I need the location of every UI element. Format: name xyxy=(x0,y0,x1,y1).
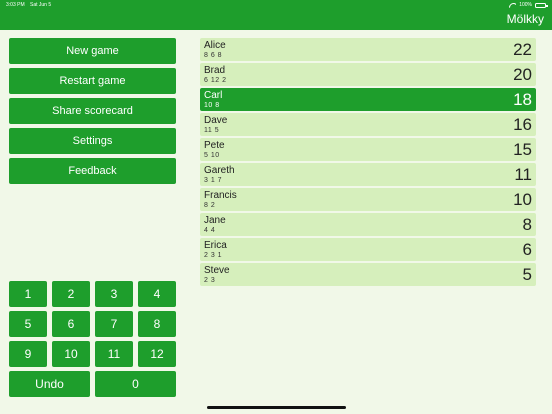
player-name: Brad xyxy=(204,65,226,76)
player-row-dave[interactable]: Dave 11 5 16 xyxy=(200,113,536,136)
player-name: Erica xyxy=(204,240,227,251)
player-score: 6 xyxy=(522,240,532,259)
player-throws: 6 12 2 xyxy=(204,77,227,84)
player-throws: 2 3 xyxy=(204,277,216,284)
player-name: Jane xyxy=(204,215,226,226)
player-score: 16 xyxy=(513,115,532,134)
status-date: Sat Jun 5 xyxy=(30,2,52,8)
player-score: 8 xyxy=(522,215,532,234)
restart-game-button[interactable]: Restart game xyxy=(9,68,176,94)
key-5-button[interactable]: 5 xyxy=(9,311,47,337)
key-9-button[interactable]: 9 xyxy=(9,341,47,367)
player-score: 5 xyxy=(522,265,532,284)
player-name: Alice xyxy=(204,40,226,51)
player-row-alice[interactable]: Alice 8 6 8 22 xyxy=(200,38,536,61)
share-scorecard-button[interactable]: Share scorecard xyxy=(9,98,176,124)
player-row-brad[interactable]: Brad 6 12 2 20 xyxy=(200,63,536,86)
player-score: 10 xyxy=(513,190,532,209)
key-1-button[interactable]: 1 xyxy=(9,281,47,307)
player-name: Pete xyxy=(204,140,225,151)
key-12-button[interactable]: 12 xyxy=(138,341,176,367)
player-throws: 5 10 xyxy=(204,152,220,159)
key-4-button[interactable]: 4 xyxy=(138,281,176,307)
undo-button[interactable]: Undo xyxy=(9,371,90,397)
player-row-erica[interactable]: Erica 2 3 1 6 xyxy=(200,238,536,261)
player-row-gareth[interactable]: Gareth 3 1 7 11 xyxy=(200,163,536,186)
player-throws: 8 6 8 xyxy=(204,52,223,59)
home-indicator xyxy=(207,406,346,409)
battery-percent: 100% xyxy=(519,2,532,8)
key-10-button[interactable]: 10 xyxy=(52,341,90,367)
player-score: 18 xyxy=(513,90,532,109)
key-7-button[interactable]: 7 xyxy=(95,311,133,337)
player-score: 20 xyxy=(513,65,532,84)
player-row-francis[interactable]: Francis 8 2 10 xyxy=(200,188,536,211)
player-row-jane[interactable]: Jane 4 4 8 xyxy=(200,213,536,236)
status-right: 100% xyxy=(509,0,548,10)
key-8-button[interactable]: 8 xyxy=(138,311,176,337)
key-2-button[interactable]: 2 xyxy=(52,281,90,307)
player-row-pete[interactable]: Pete 5 10 15 xyxy=(200,138,536,161)
key-6-button[interactable]: 6 xyxy=(52,311,90,337)
battery-icon xyxy=(535,2,548,8)
player-throws: 8 2 xyxy=(204,202,216,209)
player-throws: 2 3 1 xyxy=(204,252,223,259)
player-name: Francis xyxy=(204,190,237,201)
wifi-icon xyxy=(509,3,516,8)
player-row-carl-active[interactable]: Carl 10 8 18 xyxy=(200,88,536,111)
status-time: 3:03 PM xyxy=(6,2,25,8)
player-row-steve[interactable]: Steve 2 3 5 xyxy=(200,263,536,286)
player-throws: 4 4 xyxy=(204,227,216,234)
key-0-button[interactable]: 0 xyxy=(95,371,176,397)
key-11-button[interactable]: 11 xyxy=(95,341,133,367)
player-name: Steve xyxy=(204,265,230,276)
player-name: Gareth xyxy=(204,165,235,176)
player-throws: 10 8 xyxy=(204,102,220,109)
player-score: 11 xyxy=(514,165,532,184)
new-game-button[interactable]: New game xyxy=(9,38,176,64)
player-score: 22 xyxy=(513,40,532,59)
player-throws: 11 5 xyxy=(204,127,220,134)
app-title: Mölkky xyxy=(506,12,544,26)
player-name: Dave xyxy=(204,115,228,126)
status-bar: 3:03 PM Sat Jun 5 100% xyxy=(0,0,552,10)
player-score: 15 xyxy=(513,140,532,159)
top-bar: 3:03 PM Sat Jun 5 100% Mölkky xyxy=(0,0,552,30)
player-throws: 3 1 7 xyxy=(204,177,223,184)
settings-button[interactable]: Settings xyxy=(9,128,176,154)
feedback-button[interactable]: Feedback xyxy=(9,158,176,184)
key-3-button[interactable]: 3 xyxy=(95,281,133,307)
player-name: Carl xyxy=(204,90,223,101)
